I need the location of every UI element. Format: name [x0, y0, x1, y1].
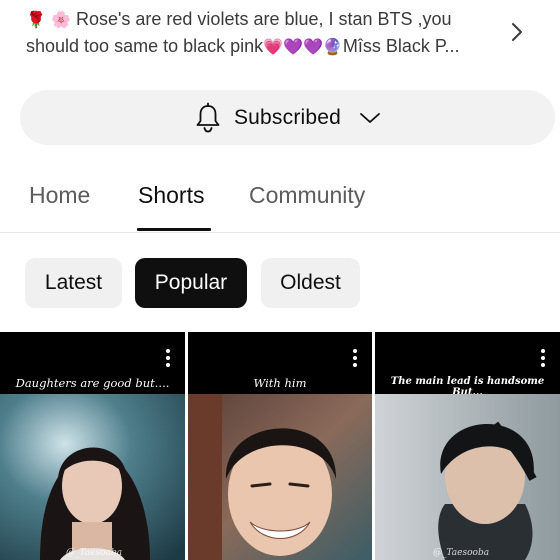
- description-line-2: should too same to black pink💗💜💜🔮Mîss Bl…: [26, 33, 496, 60]
- channel-tabs: Home Shorts Community: [0, 160, 560, 233]
- description-text: Mîss Black P...: [342, 36, 460, 56]
- chip-oldest[interactable]: Oldest: [261, 258, 360, 308]
- channel-description[interactable]: 🌹 🌸 Rose's are red violets are blue, I s…: [26, 6, 496, 60]
- short-thumbnail: [0, 394, 185, 560]
- short-card[interactable]: Daughters are good but.... @_Taesooba: [0, 332, 185, 560]
- short-caption: Daughters are good but....: [15, 376, 170, 390]
- more-vert-icon[interactable]: [540, 348, 546, 368]
- description-emoji: 🌹 🌸: [26, 10, 71, 29]
- notifications-bell-icon: [196, 102, 220, 132]
- short-thumbnail: [375, 394, 560, 560]
- more-vert-icon[interactable]: [352, 348, 358, 368]
- chevron-down-icon: [360, 112, 380, 123]
- subscribed-label: Subscribed: [233, 105, 342, 129]
- short-caption: With him: [253, 376, 307, 390]
- chip-popular[interactable]: Popular: [135, 258, 247, 308]
- chip-latest[interactable]: Latest: [25, 258, 122, 308]
- more-vert-icon[interactable]: [165, 348, 171, 368]
- tab-home[interactable]: Home: [29, 182, 90, 209]
- sort-chips: Latest Popular Oldest: [0, 258, 560, 308]
- short-watermark: @_Taesooba: [66, 548, 123, 558]
- chevron-right-icon[interactable]: [505, 20, 529, 44]
- tab-shorts[interactable]: Shorts: [138, 182, 204, 209]
- short-watermark: @_Taesooba: [433, 548, 490, 558]
- short-card[interactable]: The main lead is handsome But... @_Taeso…: [375, 332, 560, 560]
- description-text: should too same to black pink: [26, 36, 264, 56]
- description-text: Rose's are red violets are blue, I stan …: [70, 9, 452, 29]
- description-line-1: 🌹 🌸 Rose's are red violets are blue, I s…: [26, 6, 496, 33]
- short-thumbnail: [188, 394, 372, 560]
- tab-community[interactable]: Community: [249, 182, 365, 209]
- active-tab-indicator: [137, 228, 211, 231]
- subscribed-button[interactable]: Subscribed: [20, 90, 555, 145]
- description-emoji: 💗💜💜🔮: [263, 37, 343, 56]
- shorts-grid: Daughters are good but.... @_Taesooba Wi…: [0, 332, 560, 560]
- short-card[interactable]: With him: [188, 332, 372, 560]
